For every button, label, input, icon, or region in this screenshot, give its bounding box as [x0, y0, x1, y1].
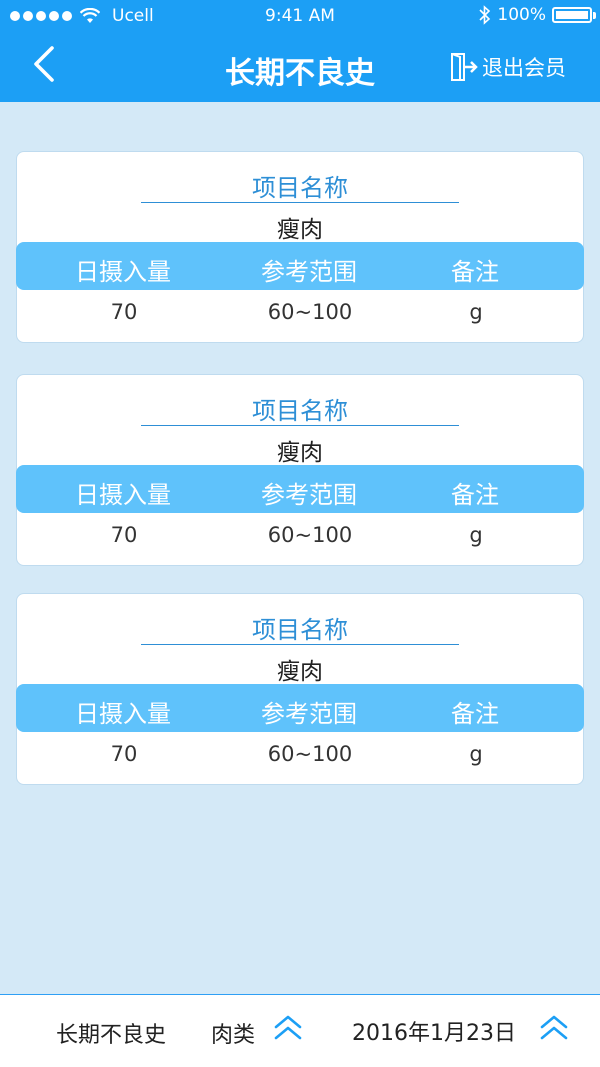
column-header-note: 备注: [451, 700, 499, 728]
cell-range: 60~100: [267, 300, 353, 324]
table-header: 日摄入量 参考范围 备注: [16, 684, 584, 732]
item-name-label: 项目名称: [252, 174, 348, 202]
date-label: 2016年1月23日: [352, 1021, 516, 1046]
category-selector-button[interactable]: [272, 1013, 304, 1049]
top-bar: Ucell 9:41 AM 100% 长期不良史 退出会员: [0, 0, 600, 102]
status-bar: Ucell 9:41 AM 100%: [0, 0, 600, 34]
item-name-label: 项目名称: [252, 616, 348, 644]
cell-intake: 70: [110, 300, 138, 324]
divider: [141, 644, 459, 645]
column-header-range: 参考范围: [261, 481, 357, 509]
item-name-label: 项目名称: [252, 397, 348, 425]
column-header-note: 备注: [451, 481, 499, 509]
record-card: 项目名称 瘦肉 日摄入量 参考范围 备注 70 60~100 g: [16, 374, 584, 566]
item-name-value: 瘦肉: [277, 217, 323, 243]
double-chevron-up-icon: [540, 1015, 568, 1040]
cell-note: g: [469, 742, 483, 766]
item-name-value: 瘦肉: [277, 440, 323, 466]
cell-intake: 70: [110, 742, 138, 766]
status-right: 100%: [479, 5, 596, 25]
cell-range: 60~100: [267, 742, 353, 766]
date-selector-button[interactable]: [538, 1013, 570, 1049]
table-header: 日摄入量 参考范围 备注: [16, 242, 584, 290]
table-row: 70 60~100 g: [17, 523, 583, 553]
record-card: 项目名称 瘦肉 日摄入量 参考范围 备注 70 60~100 g: [16, 151, 584, 343]
logout-label: 退出会员: [482, 56, 566, 80]
record-card: 项目名称 瘦肉 日摄入量 参考范围 备注 70 60~100 g: [16, 593, 584, 785]
column-header-note: 备注: [451, 258, 499, 286]
column-header-range: 参考范围: [261, 258, 357, 286]
table-row: 70 60~100 g: [17, 742, 583, 772]
nav-bar: 长期不良史 退出会员: [0, 34, 600, 102]
history-type-label: 长期不良史: [56, 1023, 167, 1048]
logout-button[interactable]: 退出会员: [450, 52, 566, 82]
column-header-intake: 日摄入量: [75, 258, 171, 286]
battery-icon: [552, 7, 596, 23]
item-name-value: 瘦肉: [277, 659, 323, 685]
category-label: 肉类: [211, 1023, 256, 1048]
column-header-range: 参考范围: [261, 700, 357, 728]
cell-note: g: [469, 523, 483, 547]
divider: [141, 202, 459, 203]
divider: [141, 425, 459, 426]
cell-note: g: [469, 300, 483, 324]
column-header-intake: 日摄入量: [75, 700, 171, 728]
bottom-bar: 长期不良史 肉类 2016年1月23日: [0, 994, 600, 1067]
table-header: 日摄入量 参考范围 备注: [16, 465, 584, 513]
battery-percent: 100%: [497, 5, 546, 25]
exit-door-icon: [451, 53, 478, 81]
column-header-intake: 日摄入量: [75, 481, 171, 509]
cell-intake: 70: [110, 523, 138, 547]
bluetooth-icon: [479, 5, 491, 25]
cell-range: 60~100: [267, 523, 353, 547]
table-row: 70 60~100 g: [17, 300, 583, 330]
double-chevron-up-icon: [274, 1015, 302, 1040]
